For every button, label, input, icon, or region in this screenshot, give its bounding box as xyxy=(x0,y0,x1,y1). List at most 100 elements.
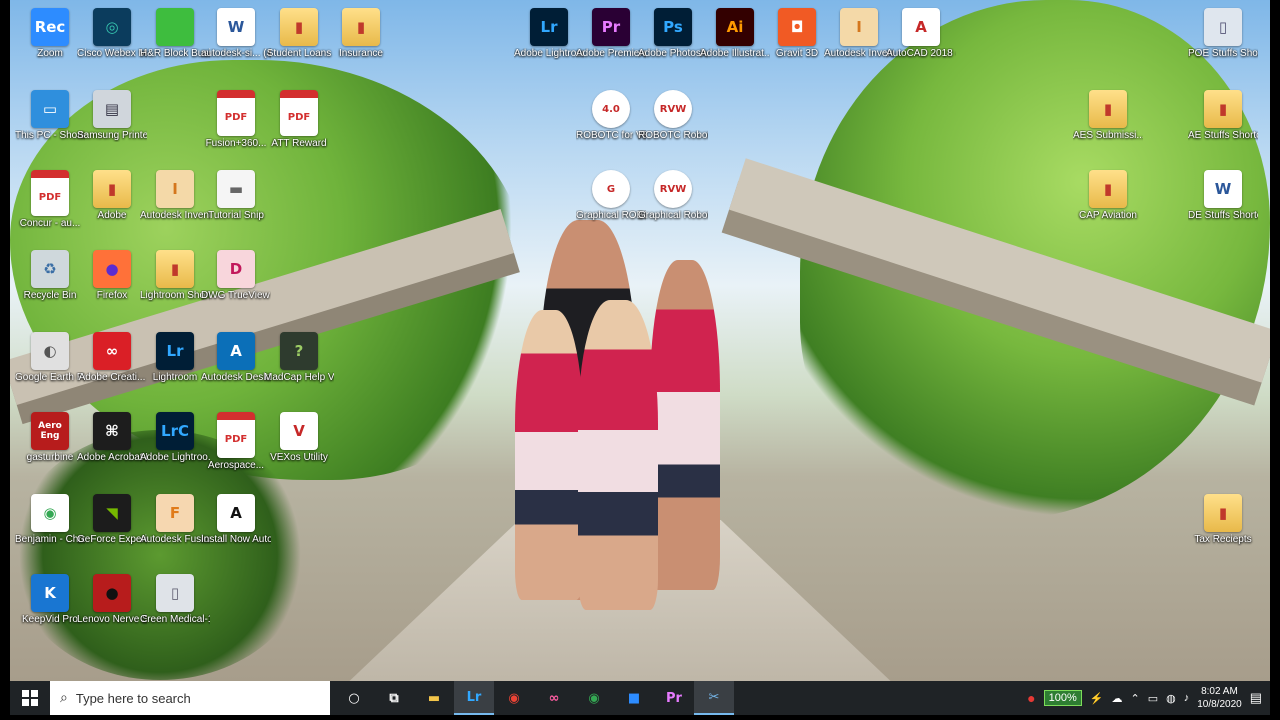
desktop-icon-webex[interactable]: ◎ Cisco Webex Meetings xyxy=(77,8,147,60)
desktop-icon-label: Cisco Webex Meetings xyxy=(77,48,147,59)
creative-cloud-icon: ∞ xyxy=(93,332,131,370)
taskbar-explorer-button[interactable]: ▬ xyxy=(414,681,454,715)
power-plug-icon[interactable]: ⚡ xyxy=(1090,692,1104,705)
photoshop-icon: Ps xyxy=(654,8,692,46)
desktop-icon-robotc-vex[interactable]: 4.0 ROBOTC for VEX Robotics 4.X xyxy=(576,90,646,142)
start-button[interactable] xyxy=(10,681,50,715)
desktop-icon-tutorial-snip[interactable]: ▬ Tutorial Snip xyxy=(201,170,271,222)
wallpaper-person xyxy=(650,260,720,590)
desktop-icon-dwg[interactable]: D DWG TrueView 20... xyxy=(201,250,271,302)
desktop-icon-label: Install Now Autodesk In... xyxy=(201,534,271,545)
tray-app-icon[interactable]: ● xyxy=(1027,690,1035,706)
battery-indicator[interactable]: 100% xyxy=(1043,690,1082,706)
desktop-icon-label: ROBOTC for VEX Robotics 4.X xyxy=(576,130,646,141)
desktop-icon-label: Autodesk Fusion 360 xyxy=(140,534,210,545)
desktop-icon-aerospace[interactable]: PDF Aerospace... xyxy=(201,412,271,472)
desktop-icon-lrc[interactable]: LrC Adobe Lightroo... xyxy=(140,412,210,464)
desktop-icon-student-loans[interactable]: ▮ Student Loans xyxy=(264,8,334,60)
desktop-icon-recycle[interactable]: ♻ Recycle Bin xyxy=(15,250,85,302)
taskbar-chrome-button[interactable]: ◉ xyxy=(494,681,534,715)
desktop-icon-illustrator[interactable]: Ai Adobe Illustrat... xyxy=(700,8,770,60)
desktop-icon-cap[interactable]: ▮ CAP Aviation xyxy=(1073,170,1143,222)
hr-block-icon xyxy=(156,8,194,46)
desktop-icon-firefox[interactable]: ● Firefox xyxy=(77,250,147,302)
desktop-icon-ae-stuffs[interactable]: ▮ AE Stuffs Shortcut xyxy=(1188,90,1258,142)
desktop-icon-autodesk-si[interactable]: Wautodesk-si... (4) xyxy=(201,8,271,60)
desktop-icon-poe[interactable]: ▯ POE Stuffs Shortcut xyxy=(1188,8,1258,60)
desktop-icon-creen[interactable]: ▯ Creen Medical-1 xyxy=(140,574,210,626)
desktop-icon-zoom[interactable]: Rec Zoom xyxy=(15,8,85,60)
desktop-icon-desktop-app[interactable]: A Autodesk Desktop App xyxy=(201,332,271,384)
desktop-icon-madcap[interactable]: ? MadCap Help Viewer xyxy=(264,332,334,384)
snip-sketch-icon: ✂ xyxy=(708,689,720,705)
desktop-icon-label: AE Stuffs Shortcut xyxy=(1188,130,1258,141)
taskbar-cortana-button[interactable]: ○ xyxy=(334,681,374,715)
desktop-icon-this-pc[interactable]: ▭ This PC - Shortcut xyxy=(15,90,85,142)
desktop-icon-chrome-benjamin[interactable]: ◉ Benjamin - Chrome xyxy=(15,494,85,546)
acrobat-icon: ⌘ xyxy=(93,412,131,450)
desktop-icon-hrblock[interactable]: H&R Block Business 2019 xyxy=(140,8,210,60)
desktop-icon-att[interactable]: PDF ATT Reward xyxy=(264,90,334,150)
folder-icon: ▮ xyxy=(342,8,380,46)
taskbar-chrome2-button[interactable]: ◉ xyxy=(574,681,614,715)
desktop-icon-label: H&R Block Business 2019 xyxy=(140,48,210,59)
desktop-icon-lightroom-shortcut[interactable]: ▮ Lightroom Shortcut xyxy=(140,250,210,302)
wallpaper-person xyxy=(515,310,583,600)
desktop-icon-tax[interactable]: ▮ Tax Reciepts xyxy=(1188,494,1258,546)
desktop-icon-concur[interactable]: PDF Concur - au... xyxy=(15,170,85,230)
search-input[interactable] xyxy=(73,689,308,707)
desktop-icon-adobe-folder[interactable]: ▮ Adobe xyxy=(77,170,147,222)
desktop-icon-label: Creen Medical-1 xyxy=(140,614,210,625)
desktop-icon-nerve[interactable]: ● Lenovo Nerve Sense xyxy=(77,574,147,626)
taskbar-zoom-button[interactable]: ■ xyxy=(614,681,654,715)
desktop-icon-label: Adobe xyxy=(97,210,127,221)
taskbar-snip-button[interactable]: ✂ xyxy=(694,681,734,715)
taskbar: ⌕ ○ ⧉ ▬ Lr ◉ ∞ ◉ ■ Pr ✂ ● 100% ⚡ ☁ ⌃ ▭ ◍ ♪ 8:02 A… xyxy=(10,681,1270,715)
geforce-icon: ◥ xyxy=(93,494,131,532)
folder-icon: ▮ xyxy=(93,170,131,208)
desktop-icon-graphical-robotc[interactable]: G Graphical ROBOTC fo... xyxy=(576,170,646,222)
desktop-icon-aes[interactable]: ▮ AES Submissi... 2020 Training xyxy=(1073,90,1143,142)
clock[interactable]: 8:02 AM 10/8/2020 xyxy=(1197,685,1242,711)
desktop-icon-label: Samsung Printer Dir xyxy=(77,130,147,141)
volume-icon[interactable]: ♪ xyxy=(1184,692,1190,704)
desktop-icon-inventor-pro[interactable]: I Autodesk Inventor P... xyxy=(140,170,210,222)
taskbar-premiere-button[interactable]: Pr xyxy=(654,681,694,715)
desktop-icon-fusion-pdf[interactable]: PDF Fusion+360... xyxy=(201,90,271,150)
folder-icon: ▮ xyxy=(1204,90,1242,128)
desktop-icon-install-now[interactable]: A Install Now Autodesk In... xyxy=(201,494,271,546)
action-center-icon[interactable]: ▤ xyxy=(1250,690,1262,706)
show-hidden-icons-icon[interactable]: ⌃ xyxy=(1130,692,1139,705)
desktop-icon-de-stuffs[interactable]: W DE Stuffs Shortcut xyxy=(1188,170,1258,222)
language-globe-icon[interactable]: ◍ xyxy=(1166,692,1176,705)
desktop-icon-geforce[interactable]: ◥ GeForce Experience xyxy=(77,494,147,546)
taskbar-lightroom-button[interactable]: Lr xyxy=(454,681,494,715)
desktop-icon-inventor-top[interactable]: I Autodesk Inventor P... xyxy=(824,8,894,60)
desktop-icon-creative-cloud[interactable]: ∞ Adobe Creati... xyxy=(77,332,147,384)
desktop-icon-acrobat[interactable]: ⌘ Adobe Acrobat DC xyxy=(77,412,147,464)
desktop-icon-graphical-robot-virtual[interactable]: RVW Graphical Robot Virtu... xyxy=(638,170,708,222)
desktop-icon-gravit[interactable]: ◘ Gravit 3D xyxy=(762,8,832,60)
desktop-icon-photoshop[interactable]: Ps Adobe Photosh... xyxy=(638,8,708,60)
cloud-icon[interactable]: ☁ xyxy=(1111,692,1122,705)
desktop-icon-aero[interactable]: Aero Eng gasturbine xyxy=(15,412,85,464)
taskbar-search-box[interactable]: ⌕ xyxy=(50,681,330,715)
desktop-icon-keepvid[interactable]: K KeepVid Pro xyxy=(15,574,85,626)
desktop-icon-lightroom-top[interactable]: Lr Adobe Lightroom xyxy=(514,8,584,60)
desktop-icon-fusion360[interactable]: F Autodesk Fusion 360 xyxy=(140,494,210,546)
desktop-icon-insurance[interactable]: ▮ Insurance xyxy=(326,8,396,60)
taskbar-taskview-button[interactable]: ⧉ xyxy=(374,681,414,715)
desktop-icon-vexos[interactable]: V VEXos Utility xyxy=(264,412,334,464)
wallpaper-person xyxy=(578,300,658,610)
desktop-icon-robotc-virtual[interactable]: RVW ROBOTC Robot Virtu... xyxy=(638,90,708,142)
desktop-icon-lightroom-classic[interactable]: Lr Lightroom xyxy=(140,332,210,384)
network-icon[interactable]: ▭ xyxy=(1148,692,1158,705)
desktop-icon-premiere[interactable]: Pr Adobe Premiere P... xyxy=(576,8,646,60)
folder-icon: ▮ xyxy=(156,250,194,288)
desktop-icon-google-earth[interactable]: ◐ Google Earth Pro xyxy=(15,332,85,384)
taskbar-creative-cloud-button[interactable]: ∞ xyxy=(534,681,574,715)
desktop-icon-samsung[interactable]: ▤ Samsung Printer Dir xyxy=(77,90,147,142)
desktop-icon-autocad[interactable]: A AutoCAD 2018 - English xyxy=(886,8,956,60)
word-document-icon: W xyxy=(1204,170,1242,208)
desktop-icon-label: Recycle Bin xyxy=(23,290,77,301)
